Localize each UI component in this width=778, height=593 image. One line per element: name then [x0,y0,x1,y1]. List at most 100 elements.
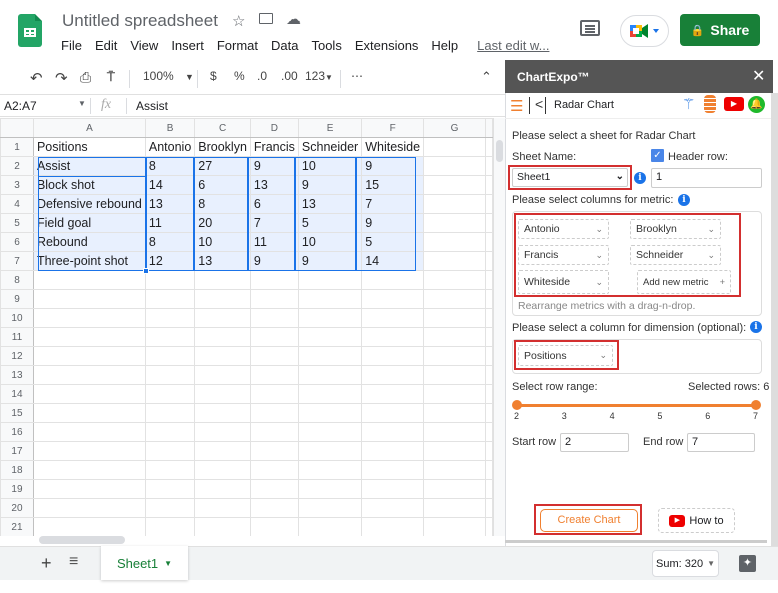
cell[interactable] [144,498,196,518]
cell[interactable]: Schneider [297,137,363,157]
cell[interactable] [297,327,363,347]
cell[interactable] [144,403,196,423]
cell[interactable] [32,498,146,518]
row-header[interactable]: 2 [0,156,34,176]
cell[interactable]: Francis [249,137,299,157]
cell[interactable] [361,346,425,366]
cell[interactable] [32,327,146,347]
zoom-select[interactable]: 100% ▼ [143,69,194,83]
cell[interactable] [32,270,146,290]
cell[interactable] [423,346,486,366]
cell[interactable] [144,384,196,404]
cell[interactable] [361,365,425,385]
header-row-checkbox[interactable]: ✓ [651,149,664,162]
document-title[interactable]: Untitled spreadsheet [62,11,218,31]
share-button[interactable]: 🔒 Share [680,14,760,46]
menu-edit[interactable]: Edit [95,38,117,53]
cell[interactable] [485,384,493,404]
menu-tools[interactable]: Tools [311,38,341,53]
column-header[interactable]: B [144,118,196,138]
row-header[interactable]: 16 [0,422,34,442]
cell[interactable] [194,498,251,518]
cell[interactable] [32,422,146,442]
hamburger-menu-icon[interactable]: ☰ [510,97,523,115]
cell[interactable] [423,384,486,404]
cell[interactable] [249,517,299,536]
cell[interactable]: Brooklyn [194,137,251,157]
panel-horizontal-scrollbar[interactable] [505,540,767,543]
cell[interactable] [361,289,425,309]
start-row-input[interactable]: 2 [560,433,629,452]
cell[interactable] [32,517,146,536]
cell[interactable]: Whiteside [361,137,425,157]
add-sheet-button[interactable]: + [41,553,52,574]
cell[interactable] [485,365,493,385]
cell[interactable] [249,479,299,499]
row-header[interactable]: 14 [0,384,34,404]
cell[interactable] [361,460,425,480]
undo-icon[interactable]: ↶ [30,69,43,87]
end-row-input[interactable]: 7 [687,433,755,452]
cell[interactable] [361,517,425,536]
cell[interactable] [423,460,486,480]
cell[interactable] [144,517,196,536]
cell[interactable] [297,460,363,480]
cell[interactable] [144,441,196,461]
cell[interactable]: Antonio [144,137,196,157]
add-data-icon[interactable] [704,95,716,113]
row-header[interactable]: 4 [0,194,34,214]
cell[interactable] [32,384,146,404]
cell[interactable] [361,422,425,442]
cell[interactable] [423,498,486,518]
close-panel-icon[interactable]: ✕ [752,66,765,86]
comment-history-icon[interactable] [580,20,600,36]
cell[interactable] [144,460,196,480]
cell[interactable] [423,137,486,157]
currency-format-button[interactable]: $ [210,69,217,83]
cell[interactable] [423,365,486,385]
metric-select-francis[interactable]: Francis ⌄ [518,245,609,265]
cell[interactable] [485,232,493,252]
info-icon[interactable]: i [750,321,762,333]
cell[interactable] [485,175,493,195]
menu-data[interactable]: Data [271,38,298,53]
cell[interactable] [249,498,299,518]
menu-view[interactable]: View [130,38,158,53]
column-header[interactable]: F [361,118,425,138]
back-icon[interactable]: < [535,96,543,112]
row-header[interactable]: 5 [0,213,34,233]
meet-button[interactable] [620,15,669,47]
cell[interactable] [144,327,196,347]
cell[interactable] [361,384,425,404]
row-header[interactable]: 18 [0,460,34,480]
cell[interactable] [32,441,146,461]
cell[interactable] [144,308,196,328]
select-all-corner[interactable] [0,118,34,138]
all-sheets-icon[interactable]: ≡ [69,553,78,571]
cell[interactable] [194,308,251,328]
cell[interactable] [423,156,486,176]
cell[interactable] [361,498,425,518]
cell[interactable] [423,479,486,499]
cell[interactable] [249,403,299,423]
cell[interactable] [249,384,299,404]
cell[interactable] [423,251,486,271]
cell[interactable] [194,460,251,480]
cell[interactable] [423,194,486,214]
cell[interactable] [194,289,251,309]
sheet-name-select[interactable]: Sheet1 ⌄ [508,165,632,190]
cell[interactable] [194,422,251,442]
range-start-handle[interactable] [512,400,522,410]
sheets-logo[interactable] [18,14,42,47]
cell[interactable] [485,308,493,328]
cell[interactable] [485,251,493,271]
range-end-handle[interactable] [751,400,761,410]
metric-select-brooklyn[interactable]: Brooklyn ⌄ [630,219,721,239]
cell[interactable] [485,213,493,233]
cell[interactable] [361,327,425,347]
cell[interactable] [249,270,299,290]
name-box[interactable]: A2:A7 [4,99,37,113]
cell[interactable] [485,289,493,309]
cell[interactable] [361,479,425,499]
cell[interactable] [249,441,299,461]
